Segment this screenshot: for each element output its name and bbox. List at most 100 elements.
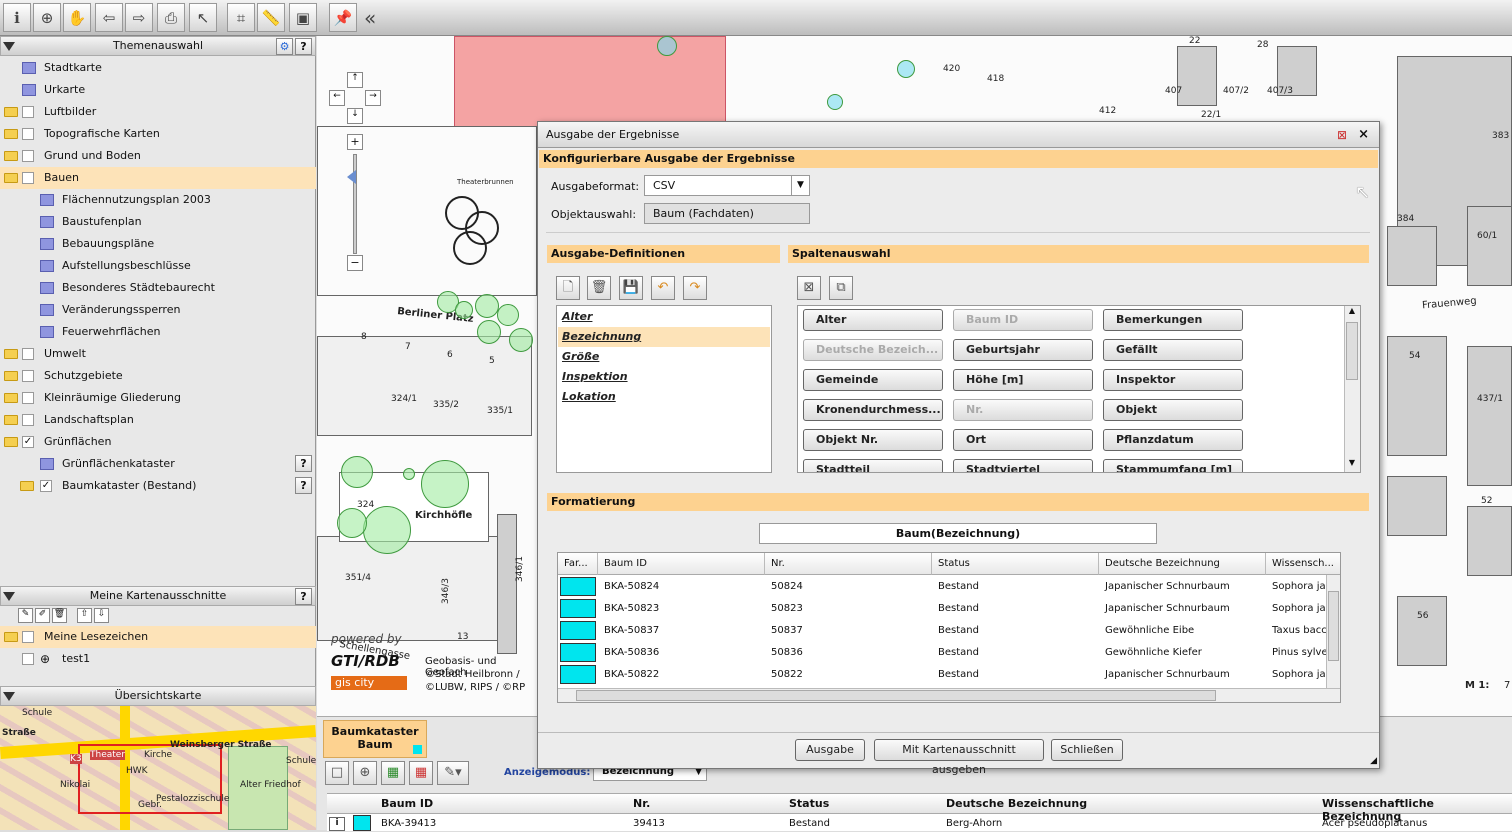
checkbox[interactable]	[22, 128, 34, 140]
help-button[interactable]: ?	[295, 477, 312, 494]
column-toggle-button[interactable]: Baum ID	[953, 309, 1093, 331]
table-export-icon[interactable]: ▦	[381, 761, 405, 785]
checkbox[interactable]	[22, 106, 34, 118]
column-toggle-button[interactable]: Kronendurchmess...	[803, 399, 943, 421]
import-icon[interactable]: ↶	[651, 276, 675, 300]
list-item[interactable]: Inspektion	[558, 367, 770, 387]
column-toggle-button[interactable]: Pflanzdatum	[1103, 429, 1243, 451]
column-toggle-button[interactable]: Inspektor	[1103, 369, 1243, 391]
checkbox[interactable]: ✓	[22, 436, 34, 448]
column-toggle-button[interactable]: Höhe [m]	[953, 369, 1093, 391]
tree[interactable]	[827, 94, 843, 110]
tree[interactable]	[475, 294, 499, 318]
scrollbar[interactable]	[1326, 575, 1340, 688]
pan-left-icon[interactable]: ←	[329, 90, 345, 106]
theme-item[interactable]: Besonderes Städtebaurecht	[0, 277, 316, 299]
move-down-icon[interactable]: ⇩	[94, 608, 109, 623]
table-row[interactable]: BKA-50823 50823 Bestand Japanischer Schnurb…	[558, 598, 1332, 620]
theme-item[interactable]: Aufstellungsbeschlüsse	[0, 255, 316, 277]
scrollbar-thumb[interactable]	[576, 690, 1216, 701]
list-item[interactable]: Größe	[558, 347, 770, 367]
column-toggle-button[interactable]: Gemeinde	[803, 369, 943, 391]
zoom-tool-icon[interactable]: ⊕	[33, 3, 61, 32]
table-row[interactable]: BKA-50837 50837 Bestand Gewöhnliche Eibe Tax…	[558, 620, 1333, 642]
column-toggle-button[interactable]: Objekt Nr.	[803, 429, 943, 451]
tree[interactable]	[497, 304, 519, 326]
tree[interactable]	[509, 328, 533, 352]
move-up-icon[interactable]: ⇧	[77, 608, 92, 623]
select-icon[interactable]: □	[325, 761, 349, 785]
theme-item[interactable]: Bebauungspläne	[0, 233, 316, 255]
settings-icon[interactable]: ⚙	[276, 38, 293, 55]
theme-item[interactable]: Feuerwehrflächen	[0, 321, 316, 343]
zoom-to-icon[interactable]: ⊕	[353, 761, 377, 785]
theme-item[interactable]: Urkarte	[0, 79, 316, 101]
export-arrow-icon[interactable]: ↷	[683, 276, 707, 300]
column-toggle-button[interactable]: Stammumfang [m]	[1103, 459, 1243, 472]
h-scrollbar[interactable]	[558, 688, 1340, 702]
pin-icon[interactable]: ✎	[18, 608, 33, 623]
select-pointer-icon[interactable]: ↖	[189, 3, 217, 32]
collapse-triangle-icon[interactable]	[3, 592, 15, 601]
theme-item[interactable]: Baustufenplan	[0, 211, 316, 233]
pin-icon[interactable]: 📌	[329, 3, 357, 32]
theme-item[interactable]: Umwelt	[0, 343, 316, 365]
theme-item[interactable]: Topografische Karten	[0, 123, 316, 145]
scroll-up-icon[interactable]: ▲	[1345, 306, 1359, 320]
format-expression-field[interactable]: Baum(Bezeichnung)	[759, 523, 1157, 544]
back-arrow-icon[interactable]: ⇦	[95, 3, 123, 32]
deselect-all-icon[interactable]: ⊠	[797, 276, 821, 300]
column-toggle-button[interactable]: Stadtteil	[803, 459, 943, 472]
ausgabe-button[interactable]: Ausgabe	[795, 739, 865, 761]
bookmark-folder[interactable]: Meine Lesezeichen	[0, 626, 316, 648]
layout-tool-icon[interactable]: ▣	[289, 3, 317, 32]
checkbox[interactable]	[22, 414, 34, 426]
checkbox[interactable]	[22, 370, 34, 382]
bookmark-item[interactable]: ⊕ test1	[0, 648, 316, 670]
themen-header[interactable]: Themenauswahl ⚙ ?	[0, 36, 316, 56]
column-toggle-button[interactable]: Gefällt	[1103, 339, 1243, 361]
pan-hand-icon[interactable]: ✋	[63, 3, 91, 32]
edit-icon[interactable]: ✐	[35, 608, 50, 623]
column-toggle-button[interactable]: Geburtsjahr	[953, 339, 1093, 361]
kartenausschnitt-ausgeben-button[interactable]: Mit Kartenausschnitt ausgeben	[874, 739, 1044, 776]
theme-item[interactable]: Landschaftsplan	[0, 409, 316, 431]
color-swatch[interactable]	[560, 643, 596, 662]
help-button[interactable]: ?	[295, 455, 312, 472]
schliessen-button[interactable]: Schließen	[1051, 739, 1123, 761]
checkbox[interactable]	[22, 348, 34, 360]
column-toggle-button[interactable]: Ort	[953, 429, 1093, 451]
tree[interactable]	[341, 456, 373, 488]
zoom-out-icon[interactable]: −	[347, 255, 363, 271]
theme-item[interactable]: Grund und Boden	[0, 145, 316, 167]
pan-down-icon[interactable]: ↓	[347, 108, 363, 124]
grid-column-header[interactable]: Status	[932, 553, 1099, 575]
theme-item[interactable]: ✓ Grünflächen	[0, 431, 316, 453]
tree[interactable]	[403, 468, 415, 480]
overview-map[interactable]: Schule Straße Theater Kirche Weinsberger…	[0, 706, 316, 830]
trash-icon[interactable]: 🗑	[52, 608, 67, 623]
checkbox[interactable]: ✓	[40, 480, 52, 492]
table-row[interactable]: BKA-50822 50822 Bestand Japanischer Schnurb…	[558, 664, 1332, 686]
collapse-triangle-icon[interactable]	[3, 692, 15, 701]
table-row[interactable]: BKA-50824 50824 Bestand Japanischer Schnurb…	[558, 576, 1332, 598]
column-toggle-button[interactable]: Alter	[803, 309, 943, 331]
theme-item[interactable]: Veränderungssperren	[0, 299, 316, 321]
save-icon[interactable]: 💾	[619, 276, 643, 300]
tree[interactable]	[337, 508, 367, 538]
grid-column-header[interactable]: Wissensch...	[1266, 553, 1340, 575]
pan-up-icon[interactable]: ↑	[347, 72, 363, 88]
checkbox[interactable]	[22, 631, 34, 643]
color-swatch[interactable]	[560, 665, 596, 684]
tools-dropdown-icon[interactable]: ✎▾	[437, 761, 469, 785]
scroll-down-icon[interactable]: ▼	[1345, 458, 1359, 472]
scrollbar-thumb[interactable]	[1346, 322, 1358, 380]
checkbox[interactable]	[22, 172, 34, 184]
dialog-titlebar[interactable]: Ausgabe der Ergebnisse ⊠ ×	[538, 122, 1379, 148]
color-swatch[interactable]	[560, 621, 596, 640]
tree[interactable]	[455, 301, 473, 319]
list-item[interactable]: Bezeichnung	[558, 327, 770, 347]
tree[interactable]	[421, 460, 469, 508]
theme-item[interactable]: Bauen	[0, 167, 316, 189]
trash-icon[interactable]: 🗑	[587, 276, 611, 300]
